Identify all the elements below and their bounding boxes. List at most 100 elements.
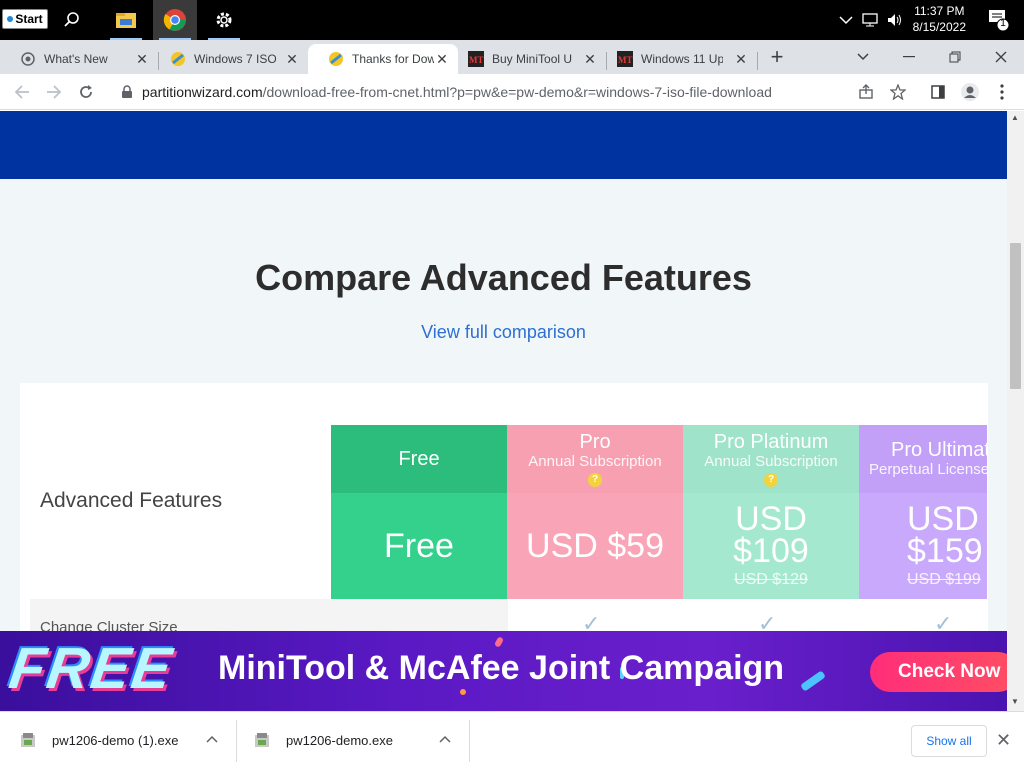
help-question-icon[interactable]: ? [764,473,778,487]
check-now-label: Check Now [898,661,1001,682]
network-icon[interactable] [862,0,880,40]
clock[interactable]: 11:37 PM 8/15/2022 [913,3,966,35]
chrome-taskbar-icon[interactable] [153,0,197,40]
close-tab-icon[interactable]: ✕ [284,51,300,67]
browser-toolbar: partitionwizard.com/download-free-from-c… [0,74,1024,110]
search-icon[interactable] [50,0,94,40]
decoration-shape [460,689,466,695]
close-window-button[interactable] [981,40,1021,74]
back-arrow-icon[interactable] [8,78,36,106]
exe-file-icon [255,732,269,747]
tab-buy-minitool[interactable]: MT Buy MiniTool U ✕ [458,44,606,74]
vertical-scrollbar[interactable]: ▲ ▼ [1007,111,1024,711]
close-tab-icon[interactable]: ✕ [434,51,450,67]
side-panel-icon[interactable] [924,78,952,106]
minitool-favicon-icon: MT [468,51,484,67]
share-icon[interactable] [852,78,880,106]
tray-chevron-icon[interactable] [838,0,854,40]
show-all-button[interactable]: Show all [911,725,987,757]
plan-header: Pro Annual Subscription ? [507,425,683,493]
download-separator [469,720,470,762]
plan-header: Pro Ultimate Perpetual License [859,425,987,493]
settings-gear-icon[interactable] [202,0,246,40]
start-button[interactable]: Start [2,9,48,29]
web-page: Compare Advanced Features View full comp… [0,111,1007,711]
help-question-icon[interactable]: ? [588,473,602,487]
download-separator [236,720,237,762]
check-now-button[interactable]: Check Now [870,652,1007,692]
plan-price-area: USD $109 USD $129 [683,493,859,599]
tab-label: Thanks for Dow [352,52,434,66]
close-tab-icon[interactable]: ✕ [134,51,150,67]
forward-arrow-icon[interactable] [40,78,68,106]
new-tab-button[interactable]: + [757,40,797,74]
download-options-chevron-icon[interactable] [206,732,218,746]
plan-header: Free [331,425,507,493]
plan-pro-ultimate: Pro Ultimate Perpetual License USD $159 … [859,425,987,599]
scrollbar-thumb[interactable] [1010,243,1021,389]
svg-text:MT: MT [469,55,484,65]
tab-thanks-for-download[interactable]: Thanks for Dow ✕ [308,44,458,74]
download-options-chevron-icon[interactable] [439,732,451,746]
svg-text:MT: MT [618,55,633,65]
exe-file-icon [21,732,35,747]
wizard-favicon-icon [328,51,344,67]
plan-name: Free [398,448,440,470]
download-item[interactable]: pw1206-demo (1).exe [20,712,178,768]
more-menu-icon[interactable] [988,78,1016,106]
profile-avatar-icon[interactable] [956,78,984,106]
download-filename: pw1206-demo (1).exe [52,733,179,748]
plan-old-price: USD $199 [907,571,981,588]
reload-icon[interactable] [72,78,100,106]
url-host: partitionwizard.com [142,84,263,100]
download-item[interactable]: pw1206-demo.exe [254,712,393,768]
address-bar[interactable]: partitionwizard.com/download-free-from-c… [110,78,915,106]
plan-price-area: Free [331,493,507,599]
plan-name: Pro Ultimate [891,439,987,461]
plan-header: Pro Platinum Annual Subscription ? [683,425,859,493]
tab-label: Windows 7 ISO [194,52,276,66]
bookmark-star-icon[interactable] [884,78,912,106]
file-explorer-icon[interactable] [104,0,148,40]
scroll-down-arrow-icon[interactable]: ▼ [1011,697,1019,706]
minimize-button[interactable] [889,40,929,74]
tab-whats-new[interactable]: What's New ✕ [0,44,158,74]
scroll-up-arrow-icon[interactable]: ▲ [1011,113,1019,122]
lock-icon[interactable] [120,85,134,99]
tab-label: Buy MiniTool U [492,52,573,66]
plan-price: USD $59 [526,527,664,565]
chrome-favicon-icon [20,51,36,67]
header-band [0,111,1007,179]
clock-time: 11:37 PM [914,4,965,18]
free-graphic: FREE [5,636,178,701]
plan-price-area: USD $159 USD $199 [859,493,987,599]
advanced-features-label: Advanced Features [40,489,223,512]
campaign-banner[interactable]: FREE MiniTool & McAfee Joint Campaign Ch… [0,631,1007,711]
close-tab-icon[interactable]: ✕ [582,51,598,67]
plan-price-area: USD $59 [507,493,683,599]
plan-old-price: USD $129 [734,571,808,588]
volume-icon[interactable] [886,0,904,40]
plan-subtitle: Perpetual License [869,461,987,478]
plan-free: Free Free [331,425,507,599]
close-tab-icon[interactable]: ✕ [733,51,749,67]
campaign-title: MiniTool & McAfee Joint Campaign [218,649,785,687]
view-comparison-link[interactable]: View full comparison [0,322,1007,343]
minitool-favicon-icon: MT [617,51,633,67]
tab-windows-7-iso[interactable]: Windows 7 ISO ✕ [150,44,308,74]
plan-name: Pro [579,431,611,453]
tab-windows-11-upgrade[interactable]: MT Windows 11 Up ✕ [607,44,757,74]
windows-icon [7,16,14,22]
plan-price: USD $159 [907,500,983,570]
plan-pro: Pro Annual Subscription ? USD $59 [507,425,683,599]
tab-search-chevron-icon[interactable] [843,40,883,74]
url-path: /download-free-from-cnet.html?p=pw&e=pw-… [262,84,772,100]
plan-price: USD $109 [733,500,809,570]
notification-center-icon[interactable]: 1 [988,8,1010,32]
section-title: Compare Advanced Features [255,257,752,298]
plan-name: Pro Platinum [713,431,829,453]
close-shelf-icon[interactable]: ✕ [996,730,1011,751]
restore-button[interactable] [935,40,975,74]
tab-label: Windows 11 Up [641,52,723,66]
plan-subtitle: Annual Subscription [528,453,662,470]
